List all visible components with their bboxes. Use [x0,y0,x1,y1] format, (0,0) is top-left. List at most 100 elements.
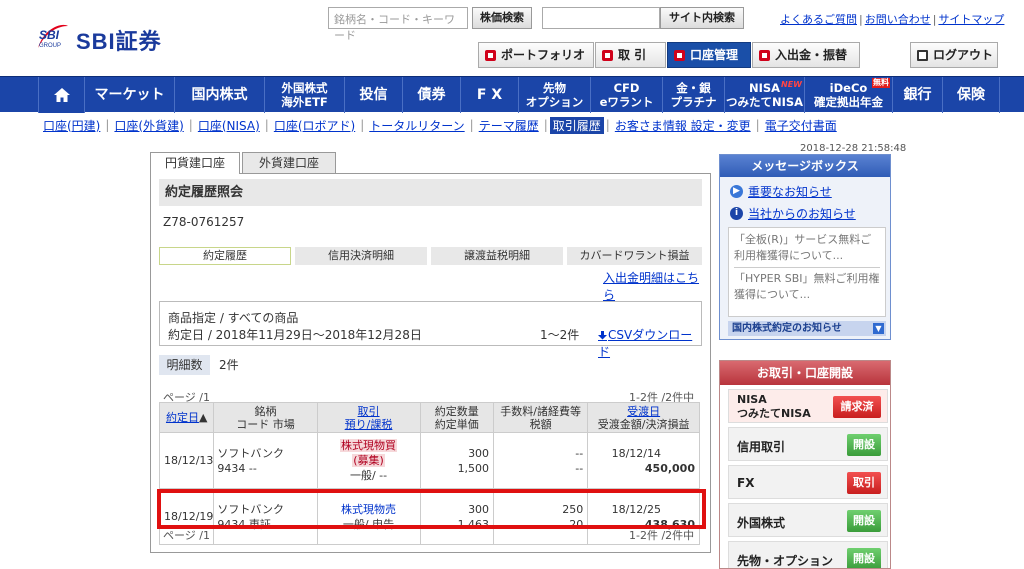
subnav-electronic-documents[interactable]: 電子交付書面 [762,117,840,134]
col-quantity-line2: 約定単価 [434,417,479,431]
separator: | [755,118,760,132]
deposit-history-link[interactable]: 入出金明細はこちら [603,269,710,303]
row-account-tax: 一般/ -- [349,469,388,482]
message-item[interactable]: 「全板(R)」サービス無料ご利用権獲得について... [734,232,880,268]
subnav-foreign-account[interactable]: 口座(外貨建) [111,117,186,134]
nav-insurance[interactable]: 保険 [942,77,1000,113]
nav-futures-options[interactable]: 先物 オプション [518,77,590,113]
subnav-nisa-account[interactable]: 口座(NISA) [195,117,263,134]
site-search-button[interactable]: サイト内検索 [660,7,744,29]
nav-domestic-stocks[interactable]: 国内株式 [174,77,264,113]
tab-foreign-account[interactable]: 外貨建口座 [242,152,336,174]
execution-history-table: 約定日▲ 銘柄 コード 市場 取引 預り/課税 約定数量 約定単価 手数料/諸経費等税… [158,402,700,545]
portfolio-button[interactable]: ポートフォリオ [478,42,594,68]
nav-bank[interactable]: 銀行 [892,77,942,113]
account-management-button[interactable]: 口座管理 [667,42,751,68]
row-settlement: 18/12/14 450,000 [587,432,700,489]
csv-download-label: CSVダウンロード [598,328,693,359]
col-trade-line1: 取引 [357,404,380,418]
subtab-capital-gains-tax[interactable]: 譲渡益税明細 [431,247,563,265]
nav-market-label: マーケット [94,86,165,103]
nav-home[interactable] [38,77,84,113]
nav-mutual-funds[interactable]: 投信 [344,77,402,113]
account-opening-box: お取引・口座開設 NISA つみたてNISA 請求済 信用取引 開設 FX 取引 … [719,360,891,569]
page-indicator-bottom: ページ /1 [163,529,210,542]
subnav-theme-history[interactable]: テーマ履歴 [476,117,542,134]
stock-search-button[interactable]: 株価検索 [472,7,532,29]
sbi-logo[interactable]: SBI GROUP SBI証券 [36,22,186,54]
fx-trade-button[interactable]: 取引 [847,472,881,494]
message-item[interactable]: 「HYPER SBI」無料ご利用権獲得について... [734,271,880,303]
logout-button[interactable]: ログアウト [910,42,998,68]
nav-cfd-line2: eワラント [599,95,654,109]
important-notice-label: 重要なお知らせ [748,185,832,199]
row-trade-type: 株式現物買 (募集) 一般/ -- [316,432,421,489]
arrow-circle-icon: ▶ [730,185,743,198]
nav-ideco[interactable]: iDeCo 確定拠出年金 無料 [804,77,892,113]
top-links: よくあるご質問 | お問い合わせ | サイトマップ [780,11,1004,27]
subtab-covered-warrant[interactable]: カバードワラント損益 [567,247,702,265]
subnav-yen-account[interactable]: 口座(円建) [40,117,103,134]
row-fees: 250 20 [493,488,589,545]
row-code-market: 9434 東証 [217,517,271,531]
arrow-square-icon [602,50,613,61]
stock-search-input[interactable]: 銘柄名・コード・キーワード [328,7,468,42]
nav-bonds[interactable]: 債券 [402,77,460,113]
company-notice-link[interactable]: i 当社からのお知らせ [730,205,856,222]
col-date[interactable]: 約定日▲ [158,402,215,433]
nav-market[interactable]: マーケット [84,77,174,113]
subnav-roboad-account[interactable]: 口座(ロボアド) [271,117,358,134]
nav-precious-metals[interactable]: 金・銀 プラチナ [662,77,724,113]
nisa-requested-button[interactable]: 請求済 [833,396,881,418]
trade-history-panel: 約定履歴照会 Z78-0761257 約定履歴 信用決済明細 譲渡益税明細 カバ… [150,173,711,553]
nav-fx[interactable]: F X [460,77,518,113]
contact-link[interactable]: お問い合わせ [865,13,931,26]
col-settlement[interactable]: 受渡日 受渡金額/決済損益 [587,402,700,433]
important-notice-link[interactable]: ▶ 重要なお知らせ [730,183,832,200]
site-search-input[interactable] [542,7,660,29]
nav-foreign-stocks[interactable]: 外国株式 海外ETF [264,77,344,113]
row-stock-name: ソフトバンク [217,502,284,516]
range-indicator-bottom: 1-2件 /2件中 [629,529,695,542]
info-icon: i [730,207,743,220]
trade-button[interactable]: 取 引 [595,42,666,68]
deposit-transfer-button[interactable]: 入出金・振替 [752,42,860,68]
tab-yen-account[interactable]: 円貨建口座 [150,152,240,174]
subtab-execution-history[interactable]: 約定履歴 [159,247,291,265]
deposit-transfer-label: 入出金・振替 [775,48,848,62]
separator: | [932,13,937,26]
subnav-trade-history[interactable]: 取引履歴 [549,116,604,134]
futures-open-button[interactable]: 開設 [847,548,881,568]
separator: | [360,118,365,132]
subnav-total-return[interactable]: トータルリターン [366,117,467,134]
futures-label: 先物・オプション [737,554,834,568]
nav-cfd[interactable]: CFD eワラント [590,77,662,113]
margin-open-button[interactable]: 開設 [847,434,881,456]
execution-notice-bar[interactable]: 国内株式約定のお知らせ ▼ [728,321,886,336]
subnav-customer-settings[interactable]: お客さま情報 設定・変更 [612,117,754,134]
nisa-line1: NISA [737,393,767,406]
row-name: ソフトバンク 9434 -- [213,432,318,489]
filter-box: 商品指定 / すべての商品 約定日 / 2018年11月29日～2018年12月… [159,301,702,359]
row-quantity: 300 1,463 [419,488,495,545]
row-qty: 300 [468,502,490,516]
nav-insurance-label: 保険 [957,86,985,103]
subtab-margin-settlement[interactable]: 信用決済明細 [295,247,427,265]
row-fee: 250 [562,502,584,516]
record-count-value: 2件 [219,358,239,372]
margin-label: 信用取引 [737,440,786,454]
row-stock-name: ソフトバンク [217,446,284,460]
csv-download-link[interactable]: CSVダウンロード [598,326,701,360]
foreign-stocks-open-button[interactable]: 開設 [847,510,881,532]
sitemap-link[interactable]: サイトマップ [938,13,1004,26]
timestamp: 2018-12-28 21:58:48 [800,143,907,154]
download-icon [598,330,607,341]
faq-link[interactable]: よくあるご質問 [780,13,857,26]
col-trade-type[interactable]: 取引 預り/課税 [316,402,421,433]
row-qty: 300 [468,446,490,460]
message-box-title: メッセージボックス [720,155,890,177]
nav-metals-line2: プラチナ [670,95,717,109]
nav-nisa[interactable]: NISA つみたてNISA NEW [724,77,804,113]
row-code-market: 9434 -- [217,461,257,475]
table-row: 18/12/13 ソフトバンク 9434 -- 株式現物買 (募集) 一般/ -- 3… [158,432,700,489]
